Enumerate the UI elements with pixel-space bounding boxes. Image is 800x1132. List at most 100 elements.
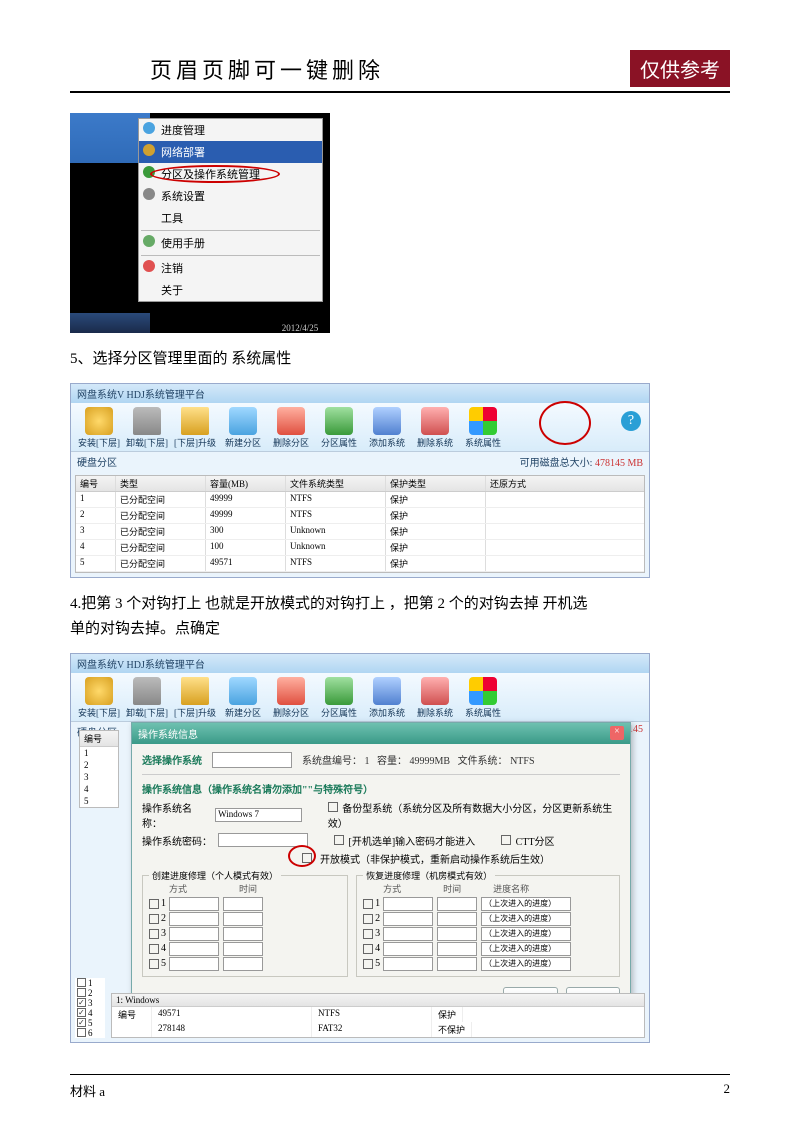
toolbar-button[interactable]: 新建分区 (219, 407, 267, 449)
table-row[interactable]: 5已分配空间49571NTFS保护 (76, 556, 644, 572)
os-pwd-input[interactable] (218, 833, 308, 847)
toolbar-button[interactable]: 卸载[下层] (123, 407, 171, 449)
schedule-row: 1 (149, 897, 341, 911)
system-info-dialog: 操作系统信息 × 选择操作系统 系统盘编号： 1 容量： 49999MB 文件系… (131, 722, 631, 1019)
context-menu: 进度管理网络部署分区及操作系统管理系统设置工具使用手册注销关于 (138, 118, 323, 302)
progress-dropdown[interactable]: （上次进入的进度） (481, 912, 571, 926)
mode-dropdown[interactable] (169, 912, 219, 926)
row-checkbox[interactable] (363, 914, 373, 924)
boot-menu-checkbox[interactable] (334, 835, 344, 845)
open-mode-checkbox[interactable] (302, 853, 312, 863)
row-checkbox[interactable] (149, 944, 159, 954)
row-checkbox[interactable] (149, 899, 159, 909)
toolbar-button[interactable]: 添加系统 (363, 407, 411, 449)
row-checkbox[interactable] (149, 959, 159, 969)
table-row[interactable]: 3已分配空间300Unknown保护 (76, 524, 644, 540)
toolbar-button[interactable]: [下层]升级 (171, 407, 219, 449)
time-dropdown[interactable] (437, 897, 477, 911)
time-dropdown[interactable] (223, 927, 263, 941)
row-checkbox-item[interactable]: 2 (75, 988, 105, 998)
toolbar-icon (229, 407, 257, 435)
mode-dropdown[interactable] (383, 957, 433, 971)
menu-item[interactable]: 注销 (139, 257, 322, 279)
toolbar-button[interactable]: 分区属性 (315, 677, 363, 719)
toolbar-icon (229, 677, 257, 705)
row-checkbox-item[interactable]: 4 (75, 1008, 105, 1018)
progress-dropdown[interactable]: （上次进入的进度） (481, 927, 571, 941)
ctt-checkbox[interactable] (501, 835, 511, 845)
mode-dropdown[interactable] (383, 897, 433, 911)
row-checkbox[interactable] (363, 899, 373, 909)
window-title: 网盘系统V HDJ系统管理平台 (71, 384, 649, 403)
toolbar-button[interactable]: 添加系统 (363, 677, 411, 719)
menu-item[interactable]: 工具 (139, 207, 322, 229)
toolbar-button[interactable]: 删除系统 (411, 677, 459, 719)
time-dropdown[interactable] (437, 957, 477, 971)
toolbar-button[interactable]: 删除分区 (267, 677, 315, 719)
toolbar-button[interactable]: 安装[下层] (75, 677, 123, 719)
row-checkbox-item[interactable]: 5 (75, 1018, 105, 1028)
mode-dropdown[interactable] (169, 897, 219, 911)
toolbar: 安装[下层]卸载[下层][下层]升级新建分区删除分区分区属性添加系统删除系统系统… (71, 673, 649, 722)
row-checkbox[interactable] (363, 929, 373, 939)
progress-dropdown[interactable]: （上次进入的进度） (481, 942, 571, 956)
time-dropdown[interactable] (437, 942, 477, 956)
progress-dropdown[interactable]: （上次进入的进度） (481, 957, 571, 971)
row-checkbox-item[interactable]: 1 (75, 978, 105, 988)
menu-icon (143, 166, 155, 178)
time-dropdown[interactable] (437, 927, 477, 941)
mode-dropdown[interactable] (383, 912, 433, 926)
mode-dropdown[interactable] (169, 927, 219, 941)
os-name-input[interactable]: Windows 7 (215, 808, 302, 822)
toolbar-button[interactable]: 分区属性 (315, 407, 363, 449)
table-row[interactable]: 4已分配空间100Unknown保护 (76, 540, 644, 556)
menu-item[interactable]: 系统设置 (139, 185, 322, 207)
close-icon[interactable]: × (610, 726, 624, 740)
tab-windows[interactable]: 1: Windows (112, 994, 644, 1007)
mode-dropdown[interactable] (383, 942, 433, 956)
row-checkbox[interactable] (363, 959, 373, 969)
toolbar-button[interactable]: 删除分区 (267, 407, 315, 449)
select-os-label: 选择操作系统 (142, 752, 202, 767)
schedule-row: 3（上次进入的进度） (363, 927, 613, 941)
menu-item[interactable]: 关于 (139, 279, 322, 301)
progress-dropdown[interactable]: （上次进入的进度） (481, 897, 571, 911)
toolbar-button[interactable]: 系统属性 (459, 677, 507, 719)
row-checkbox-item[interactable]: 6 (75, 1028, 105, 1038)
window-title: 网盘系统V HDJ系统管理平台 (71, 654, 649, 673)
mode-dropdown[interactable] (169, 957, 219, 971)
dialog-title: 操作系统信息 (138, 726, 198, 741)
row-checkbox-item[interactable]: 3 (75, 998, 105, 1008)
menu-item[interactable]: 网络部署 (139, 141, 322, 163)
menu-item[interactable]: 分区及操作系统管理 (139, 163, 322, 185)
menu-icon (143, 144, 155, 156)
time-dropdown[interactable] (437, 912, 477, 926)
toolbar-button[interactable]: 系统属性 (459, 407, 507, 449)
menu-item[interactable]: 进度管理 (139, 119, 322, 141)
sub-left: 硬盘分区 (77, 454, 117, 469)
toolbar-icon (85, 677, 113, 705)
time-dropdown[interactable] (223, 957, 263, 971)
row-checkbox[interactable] (149, 914, 159, 924)
toolbar-button[interactable]: [下层]升级 (171, 677, 219, 719)
select-os-dropdown[interactable] (212, 752, 292, 768)
toolbar-icon (325, 407, 353, 435)
disk-total-value: 478145 MB (595, 458, 643, 469)
row-checkbox[interactable] (363, 944, 373, 954)
toolbar-button[interactable]: 新建分区 (219, 677, 267, 719)
toolbar-button[interactable]: 卸载[下层] (123, 677, 171, 719)
menu-item[interactable]: 使用手册 (139, 232, 322, 254)
time-dropdown[interactable] (223, 912, 263, 926)
table-row[interactable]: 2已分配空间49999NTFS保护 (76, 508, 644, 524)
time-dropdown[interactable] (223, 897, 263, 911)
toolbar-button[interactable]: 删除系统 (411, 407, 459, 449)
mode-dropdown[interactable] (169, 942, 219, 956)
mode-dropdown[interactable] (383, 927, 433, 941)
toolbar-button[interactable]: 安装[下层] (75, 407, 123, 449)
table-row[interactable]: 1已分配空间49999NTFS保护 (76, 492, 644, 508)
time-dropdown[interactable] (223, 942, 263, 956)
menu-icon (143, 188, 155, 200)
backup-checkbox[interactable] (328, 802, 338, 812)
help-button[interactable]: ? (621, 411, 641, 431)
row-checkbox[interactable] (149, 929, 159, 939)
